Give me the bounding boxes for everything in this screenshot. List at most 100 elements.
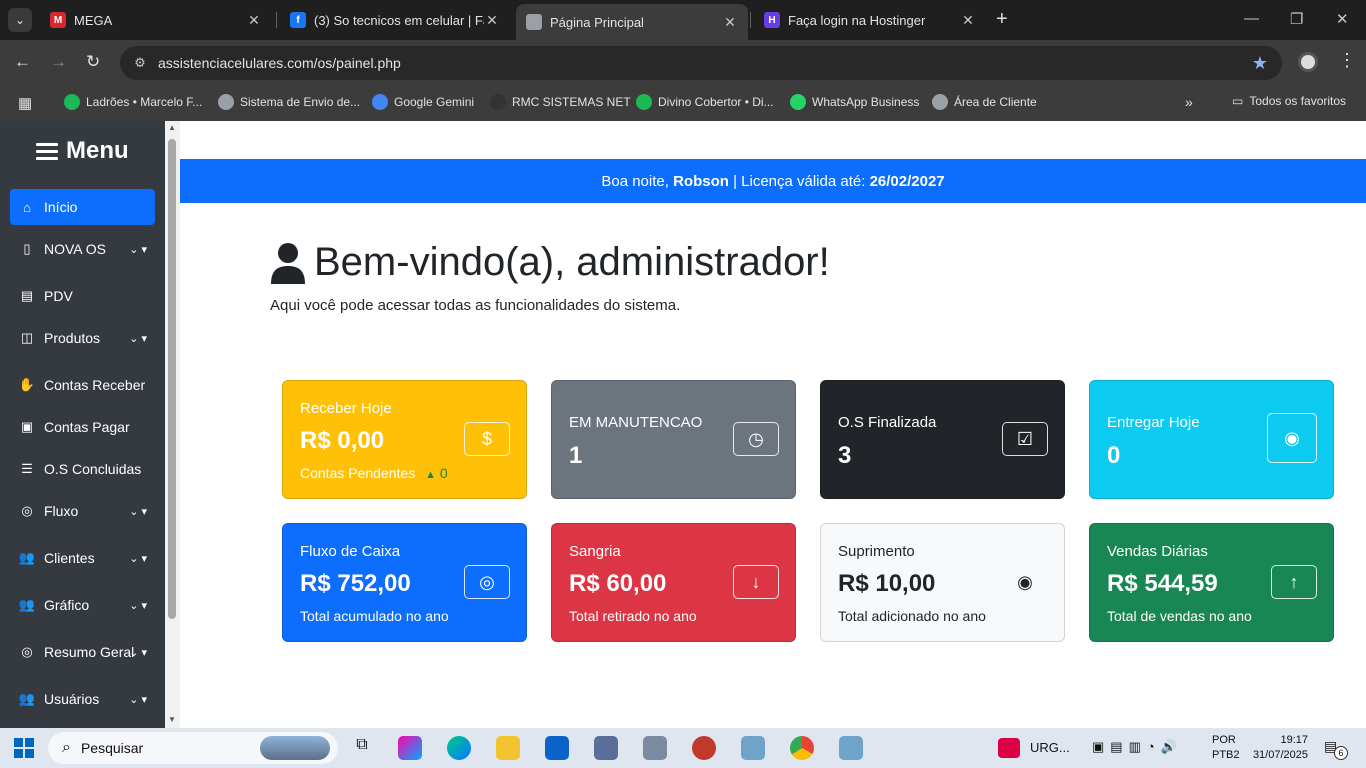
app-icon-1[interactable] [594,736,618,760]
user-icon [271,242,305,284]
arrow-up-icon[interactable]: ↑ [1271,565,1317,599]
arrow-down-icon[interactable]: ↓ [733,565,779,599]
card-title: Sangria [569,543,621,560]
scroll-down-arrow[interactable]: ▼ [168,715,176,724]
tab-close-icon[interactable]: ✕ [722,14,738,31]
outlook-icon[interactable] [545,736,569,760]
restore-button[interactable]: ❐ [1290,10,1303,28]
tab-close-icon[interactable]: ✕ [960,12,976,29]
money-bag-icon[interactable]: $ [464,422,510,456]
bookmark-item[interactable]: Sistema de Envio de... [218,94,360,110]
clock[interactable]: 19:17 31/07/2025 [1248,733,1308,763]
sidebar-item-label: PDV [44,288,73,304]
eye-icon[interactable]: ◉ [1002,565,1048,599]
stat-card[interactable]: Entregar Hoje 0 ◉ [1089,380,1334,499]
bookmark-favicon-icon [790,94,806,110]
sidebar-item-nova-os[interactable]: ▯ NOVA OS ⌄ ▾ [10,231,155,267]
browser-tab[interactable]: M MEGA ✕ [40,0,272,40]
scroll-thumb[interactable] [168,139,176,619]
sidebar-item-clientes[interactable]: 👥 Clientes ⌄ ▾ [10,540,155,576]
tab-search-button[interactable]: ⌄ [8,8,32,32]
folder-icon: ▭ [1232,94,1244,108]
back-icon[interactable]: ← [14,52,31,72]
browser-tab[interactable]: H Faça login na Hostinger ✕ [754,0,986,40]
all-bookmarks-folder[interactable]: ▭ Todos os favoritos [1232,94,1346,108]
copilot-icon[interactable] [398,736,422,760]
clock-icon[interactable]: ◷ [733,422,779,456]
tab-close-icon[interactable]: ✕ [484,12,500,29]
urgent-app-icon[interactable] [998,738,1020,758]
windows-start-icon[interactable] [14,738,34,758]
card-value: R$ 0,00 [300,427,385,454]
sidebar-item-pdv[interactable]: ▤ PDV [10,278,155,314]
task-view-icon[interactable]: ⧉ [350,736,374,760]
coins-icon: ◎ [21,503,33,518]
bookmark-item[interactable]: Área de Cliente [932,94,1037,110]
stat-card[interactable]: Sangria R$ 60,00 Total retirado no ano ↓ [551,523,796,642]
browser-tab[interactable]: Página Principal ✕ [516,4,748,40]
app-icon-5[interactable] [839,736,863,760]
sidebar-item-resumo-geral[interactable]: ◎ Resumo Geral ⌄ ▾ [10,634,155,670]
bookmark-item[interactable]: Ladrões • Marcelo F... [64,94,202,110]
card-subtitle: Total retirado no ano [569,608,697,624]
profile-avatar[interactable] [1298,52,1318,72]
stat-card[interactable]: EM MANUTENCAO 1 ◷ [551,380,796,499]
sidebar-item-in-cio[interactable]: ⌂ Início [10,189,155,225]
sidebar-item-fluxo[interactable]: ◎ Fluxo ⌄ ▾ [10,493,155,529]
urgent-label[interactable]: URG... [1030,740,1070,755]
menu-title[interactable]: Menu [36,137,129,165]
taskbar-search[interactable]: ⌕ Pesquisar [48,732,338,764]
url-text: assistenciacelulares.com/os/painel.php [158,55,401,71]
bookmark-item[interactable]: Google Gemini [372,94,474,110]
forward-icon[interactable]: → [50,52,67,72]
sidebar-item-contas-pagar[interactable]: ▣ Contas Pagar [10,409,155,445]
sidebar-item-produtos[interactable]: ◫ Produtos ⌄ ▾ [10,320,155,356]
bookmark-item[interactable]: WhatsApp Business [790,94,919,110]
sidebar-item-contas-receber[interactable]: ✋ Contas Receber [10,367,155,403]
stat-card[interactable]: Vendas Diárias R$ 544,59 Total de vendas n… [1089,523,1334,642]
sidebar-item-label: O.S Concluidas [44,461,142,477]
bookmark-item[interactable]: Divino Cobertor • Di... [636,94,774,110]
tab-favicon-icon: H [764,12,780,28]
minimize-button[interactable]: — [1244,10,1259,27]
checklist-icon[interactable]: ☑ [1002,422,1048,456]
eye-icon[interactable]: ◉ [1267,413,1317,463]
bookmark-item[interactable]: RMC SISTEMAS NET [490,94,631,110]
edge-icon[interactable] [447,736,471,760]
sidebar-item-gr-fico[interactable]: 👥 Gráfico ⌄ ▾ [10,587,155,623]
stat-card[interactable]: O.S Finalizada 3 ☑ [820,380,1065,499]
bookmark-favicon-icon [932,94,948,110]
bookmark-star-icon[interactable]: ★ [1252,53,1268,74]
stat-card[interactable]: Receber Hoje R$ 0,00 Contas Pendentes ▲ 0 $ [282,380,527,499]
file-explorer-icon[interactable] [496,736,520,760]
close-window-button[interactable]: ✕ [1336,10,1349,28]
stat-card[interactable]: Suprimento R$ 10,00 Total adicionado no an… [820,523,1065,642]
sidebar-item-label: Contas Pagar [44,419,130,435]
more-bookmarks-icon[interactable]: » [1185,94,1193,110]
apps-grid-icon[interactable]: ▦ [18,94,32,112]
chevron-down-icon: ⌄ ▾ [129,552,147,565]
system-tray-icons[interactable]: ▣▤▥◔🔊 [1092,739,1183,755]
browser-menu-icon[interactable]: ⋮ [1338,50,1356,71]
chrome-icon[interactable] [790,736,814,760]
sidebar-item-o-s-concluidas[interactable]: ☰ O.S Concluidas [10,451,155,487]
clock-time: 19:17 [1280,734,1308,746]
sidebar-scrollbar[interactable]: ▲ ▼ [165,121,180,728]
app-icon-3[interactable] [692,736,716,760]
coins-icon[interactable]: ◎ [464,565,510,599]
site-info-icon[interactable]: ⚙ [130,55,150,71]
tab-close-icon[interactable]: ✕ [246,12,262,29]
scroll-up-arrow[interactable]: ▲ [168,123,176,132]
address-bar[interactable]: ⚙ assistenciacelulares.com/os/painel.php… [120,46,1282,80]
sidebar-item-usu-rios[interactable]: 👥 Usuários ⌄ ▾ [10,681,155,717]
reload-icon[interactable]: ↻ [86,52,100,72]
language-indicator[interactable]: POR PTB2 [1212,733,1240,763]
app-icon-2[interactable] [643,736,667,760]
stat-card[interactable]: Fluxo de Caixa R$ 752,00 Total acumulado n… [282,523,527,642]
card-value: 1 [569,442,583,469]
app-icon-4[interactable] [741,736,765,760]
browser-tab[interactable]: f (3) So tecnicos em celular | Face✕ [280,0,510,40]
card-title: Entregar Hoje [1107,414,1200,431]
card-value: R$ 60,00 [569,570,667,597]
new-tab-button[interactable]: + [996,8,1008,31]
